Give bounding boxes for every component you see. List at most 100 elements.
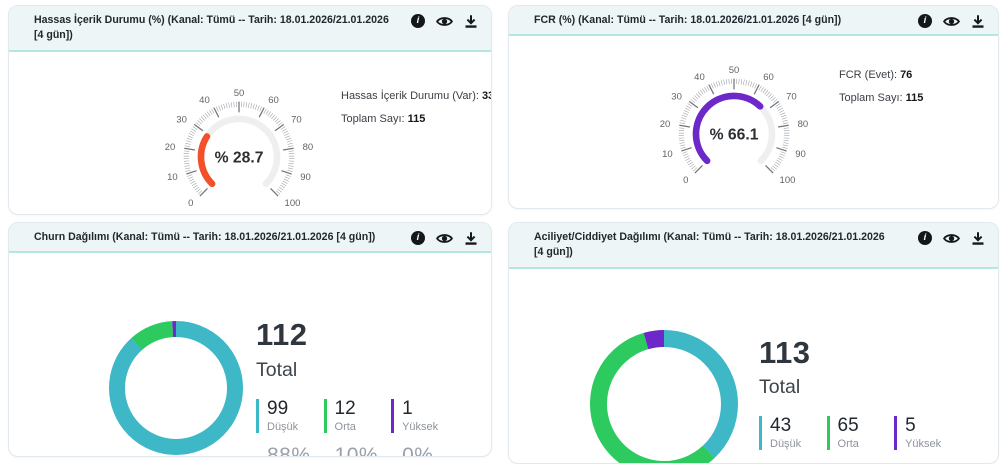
donut-chart-aciliyet[interactable] <box>589 329 739 464</box>
preview-eye-icon[interactable] <box>436 15 453 28</box>
legend-label: Toplam Sayı: <box>839 92 903 104</box>
svg-text:60: 60 <box>268 95 279 106</box>
svg-text:30: 30 <box>176 114 187 125</box>
panel-header: Aciliyet/Ciddiyet Dağılımı (Kanal: Tümü … <box>509 223 998 269</box>
segment-bar: 12 Orta <box>324 399 379 433</box>
legend-label: FCR (Evet): <box>839 69 897 81</box>
chart-legend: Hassas İçerik Durumu (Var):33 Toplam Say… <box>341 90 492 136</box>
donut-stats: 113 Total 43 Düşük 38% 65 Orta 57% <box>759 337 947 464</box>
segment-dusuk: 99 Düşük 88% <box>256 399 311 457</box>
total-value: 113 <box>759 337 947 370</box>
panel-churn: Churn Dağılımı (Kanal: Tümü -- Tarih: 18… <box>8 222 492 457</box>
total-value: 112 <box>256 319 444 352</box>
svg-text:40: 40 <box>694 72 705 83</box>
panel-title: Churn Dağılımı (Kanal: Tümü -- Tarih: 18… <box>34 230 391 245</box>
segment-orta: 65 Orta 57% <box>827 416 882 464</box>
panel-actions: i <box>411 231 478 245</box>
segment-yuksek: 5 Yüksek 4% <box>894 416 947 464</box>
panel-title: Aciliyet/Ciddiyet Dağılımı (Kanal: Tümü … <box>534 230 894 261</box>
svg-text:40: 40 <box>199 95 210 106</box>
svg-text:100: 100 <box>780 175 796 186</box>
info-icon[interactable]: i <box>411 231 425 245</box>
svg-text:20: 20 <box>165 142 176 153</box>
svg-text:30: 30 <box>671 92 682 103</box>
legend-item: Toplam Sayı:115 <box>341 113 492 125</box>
panel-actions: i <box>411 14 478 28</box>
svg-text:% 28.7: % 28.7 <box>215 149 264 166</box>
segment-label: Yüksek <box>402 421 444 433</box>
segment-bar: 65 Orta <box>827 416 882 450</box>
segment-label: Yüksek <box>905 438 947 450</box>
segment-bar: 5 Yüksek <box>894 416 947 450</box>
svg-text:10: 10 <box>662 150 673 161</box>
svg-text:% 66.1: % 66.1 <box>710 127 759 144</box>
legend-item: Toplam Sayı:115 <box>839 92 923 104</box>
download-icon[interactable] <box>971 14 985 28</box>
download-icon[interactable] <box>464 14 478 28</box>
info-icon[interactable]: i <box>918 14 932 28</box>
segment-orta: 12 Orta 10% <box>324 399 379 457</box>
download-icon[interactable] <box>971 231 985 245</box>
panel-aciliyet: Aciliyet/Ciddiyet Dağılımı (Kanal: Tümü … <box>508 222 999 464</box>
preview-eye-icon[interactable] <box>436 232 453 245</box>
legend-value: 33 <box>482 90 492 102</box>
svg-text:70: 70 <box>786 92 797 103</box>
segment-bar: 1 Yüksek <box>391 399 444 433</box>
total-label: Total <box>256 359 444 382</box>
segment-value: 65 <box>838 416 882 436</box>
legend-value: 115 <box>906 92 924 104</box>
svg-text:0: 0 <box>188 198 193 209</box>
segment-label: Düşük <box>267 421 311 433</box>
panel-title: Hassas İçerik Durumu (%) (Kanal: Tümü --… <box>34 13 391 44</box>
legend-label: Hassas İçerik Durumu (Var): <box>341 90 479 102</box>
total-label: Total <box>759 376 947 399</box>
segment-label: Düşük <box>770 438 814 450</box>
segment-bar: 99 Düşük <box>256 399 311 433</box>
legend-value: 115 <box>408 113 426 125</box>
gauge-chart-fcr[interactable]: 0 10 20 30 40 50 60 70 80 90 100 % 66.1 <box>639 61 829 192</box>
segment-percent: 0% <box>391 444 444 457</box>
segment-value: 12 <box>335 399 379 419</box>
segment-percent: 88% <box>256 444 311 457</box>
chart-legend: FCR (Evet):76 Toplam Sayı:115 <box>839 69 923 115</box>
svg-text:50: 50 <box>234 88 245 99</box>
segment-columns: 43 Düşük 38% 65 Orta 57% 5 Yüksek <box>759 416 947 464</box>
download-icon[interactable] <box>464 231 478 245</box>
panel-fcr: FCR (%) (Kanal: Tümü -- Tarih: 18.01.202… <box>508 5 999 209</box>
svg-text:0: 0 <box>683 175 688 186</box>
segment-value: 43 <box>770 416 814 436</box>
segment-value: 5 <box>905 416 947 436</box>
donut-chart-churn[interactable] <box>108 320 244 456</box>
segment-value: 99 <box>267 399 311 419</box>
svg-text:10: 10 <box>167 172 178 183</box>
svg-text:60: 60 <box>763 72 774 83</box>
svg-text:20: 20 <box>660 120 671 131</box>
segment-label: Orta <box>838 438 882 450</box>
svg-text:90: 90 <box>795 150 806 161</box>
segment-label: Orta <box>335 421 379 433</box>
preview-eye-icon[interactable] <box>943 232 960 245</box>
svg-text:80: 80 <box>303 142 314 153</box>
svg-text:90: 90 <box>300 172 311 183</box>
legend-label: Toplam Sayı: <box>341 113 405 125</box>
donut-stats: 112 Total 99 Düşük 88% 12 Orta 10% <box>256 319 444 457</box>
panel-header: Churn Dağılımı (Kanal: Tümü -- Tarih: 18… <box>9 223 491 253</box>
preview-eye-icon[interactable] <box>943 15 960 28</box>
svg-text:100: 100 <box>285 198 301 209</box>
segment-columns: 99 Düşük 88% 12 Orta 10% 1 Yüksek <box>256 399 444 457</box>
segment-bar: 43 Düşük <box>759 416 814 450</box>
info-icon[interactable]: i <box>411 14 425 28</box>
segment-percent: 10% <box>324 444 379 457</box>
svg-text:80: 80 <box>798 120 809 131</box>
svg-text:70: 70 <box>291 114 302 125</box>
segment-dusuk: 43 Düşük 38% <box>759 416 814 464</box>
gauge-chart-hassas-icerik[interactable]: 0 10 20 30 40 50 60 70 80 90 100 % 28.7 <box>144 84 334 215</box>
info-icon[interactable]: i <box>918 231 932 245</box>
legend-item: FCR (Evet):76 <box>839 69 923 81</box>
legend-item: Hassas İçerik Durumu (Var):33 <box>341 90 492 102</box>
svg-text:50: 50 <box>729 65 740 76</box>
panel-actions: i <box>918 14 985 28</box>
panel-header: FCR (%) (Kanal: Tümü -- Tarih: 18.01.202… <box>509 6 998 36</box>
panel-actions: i <box>918 231 985 245</box>
panel-header: Hassas İçerik Durumu (%) (Kanal: Tümü --… <box>9 6 491 52</box>
